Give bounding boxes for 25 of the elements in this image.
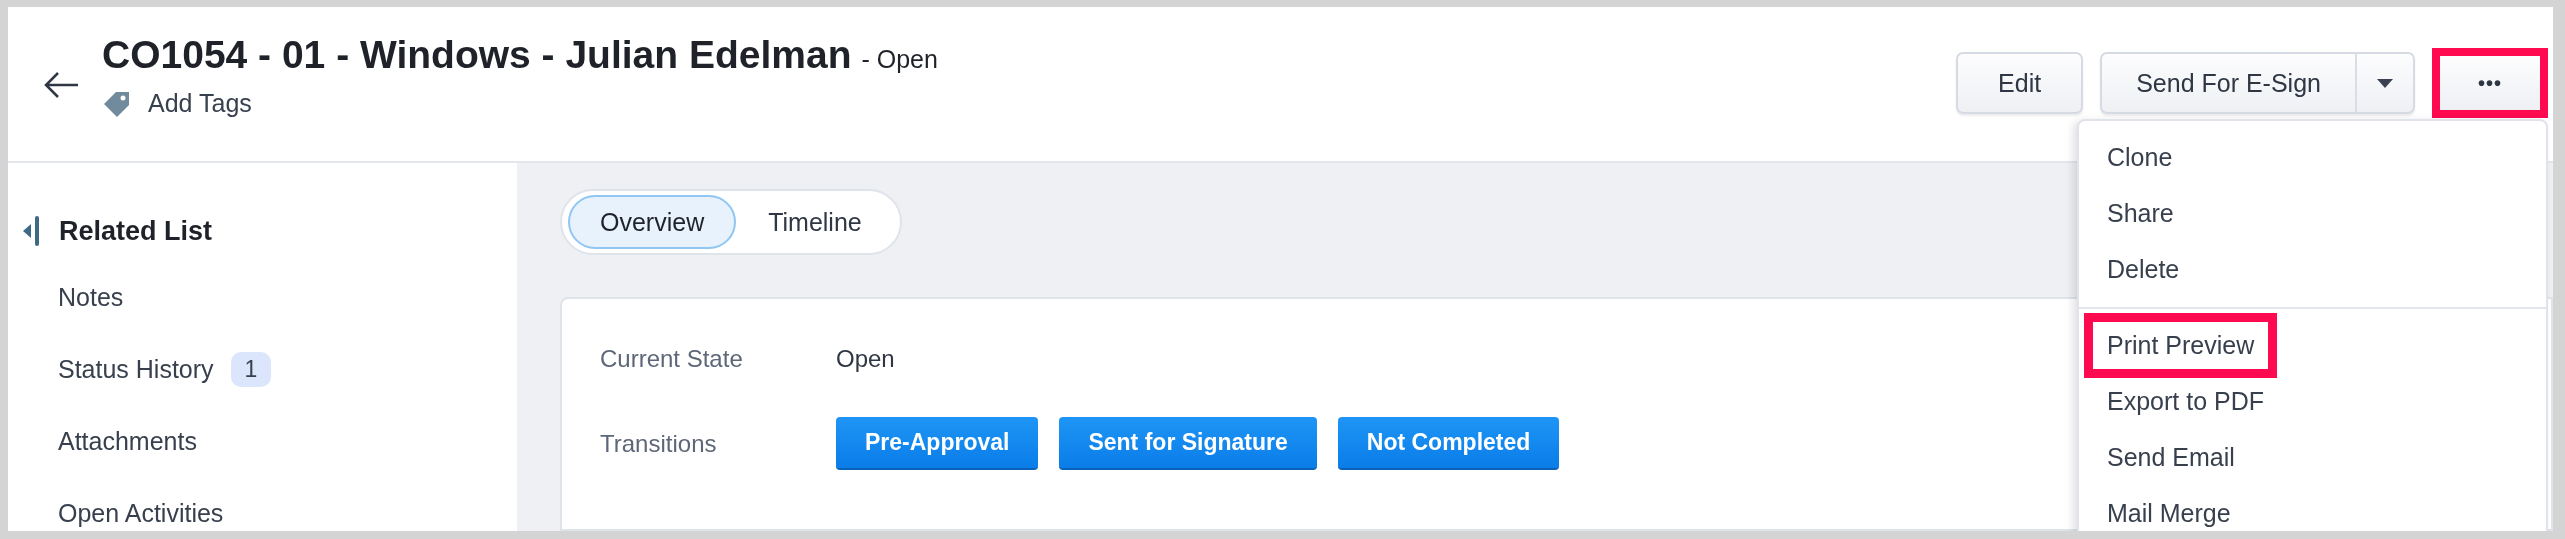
record-status: - Open: [861, 45, 938, 74]
related-list-link[interactable]: Open Activities: [58, 498, 224, 528]
transition-button[interactable]: Not Completed: [1337, 417, 1560, 470]
view-tab[interactable]: Timeline: [736, 195, 894, 249]
related-list-link[interactable]: Status History: [58, 354, 214, 384]
field-label: Transitions: [600, 429, 718, 458]
caret-icon: [2377, 78, 2393, 88]
related-list-link[interactable]: Attachments: [58, 426, 197, 456]
menu-item[interactable]: Print Preview: [2084, 312, 2278, 378]
view-tab[interactable]: Overview: [568, 195, 737, 249]
transition-button[interactable]: Sent for Signature: [1059, 417, 1317, 470]
related-list-link[interactable]: Notes: [58, 282, 124, 312]
field-value: Open: [836, 345, 895, 373]
related-list-title: Related List: [59, 215, 213, 247]
record-title: CO1054 - 01 - Windows - Julian Edelman: [102, 33, 852, 77]
send-esign-button[interactable]: Send For E-Sign: [2102, 54, 2357, 112]
collapse-icon[interactable]: [23, 215, 41, 247]
tag-icon: [102, 89, 132, 118]
back-arrow-icon[interactable]: [44, 71, 80, 99]
edit-button[interactable]: Edit: [1956, 52, 2084, 114]
field-label: Current State: [600, 345, 744, 373]
add-tags-link[interactable]: Add Tags: [148, 89, 252, 118]
more-button[interactable]: •••: [2432, 48, 2548, 118]
count-badge: 1: [230, 351, 272, 387]
transition-button[interactable]: Pre-Approval: [836, 417, 1039, 470]
